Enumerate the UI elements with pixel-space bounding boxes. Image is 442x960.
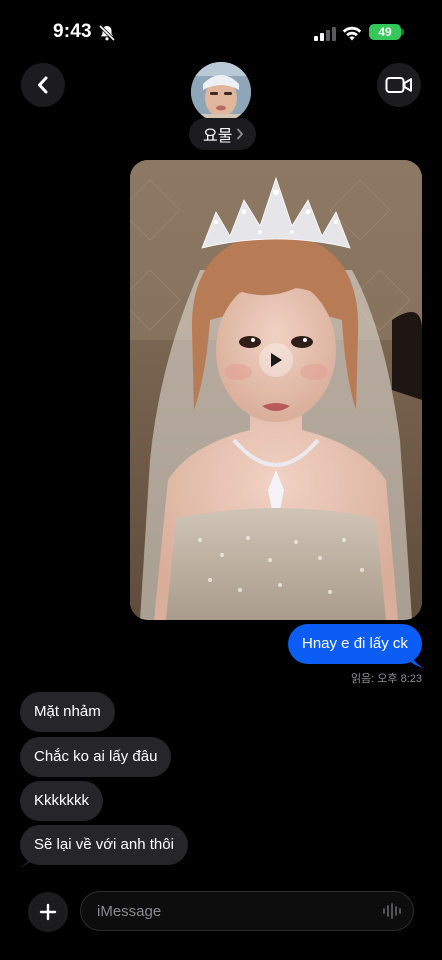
bubble-tail xyxy=(411,652,425,668)
cellular-icon xyxy=(314,27,336,41)
audio-waveform-icon[interactable] xyxy=(382,903,402,919)
battery-indicator: 49 xyxy=(369,24,401,40)
chevron-right-icon xyxy=(237,128,244,140)
incoming-message-bubble[interactable]: Chắc ko ai lấy đâu xyxy=(20,737,172,777)
contact-avatar[interactable] xyxy=(191,62,251,122)
back-button[interactable] xyxy=(21,63,65,107)
play-button[interactable] xyxy=(259,343,293,377)
battery-tip xyxy=(401,29,404,35)
add-attachment-button[interactable] xyxy=(28,892,68,932)
message-text: Hnay e đi lấy ck xyxy=(302,635,408,652)
video-camera-icon xyxy=(385,77,412,93)
contact-name-button[interactable]: 요물 xyxy=(189,118,257,150)
plus-icon xyxy=(39,903,57,921)
avatar-photo xyxy=(191,62,251,122)
contact-name: 요물 xyxy=(203,128,233,145)
bubble-tail xyxy=(18,850,34,868)
incoming-message-bubble[interactable]: Kkkkkkk xyxy=(20,781,104,821)
message-text: Mặt nhảm xyxy=(34,703,101,720)
message-input[interactable] xyxy=(80,891,414,931)
status-bar: 9:43 49 xyxy=(0,0,442,62)
incoming-message-bubble[interactable]: Sẽ lại về với anh thôi xyxy=(20,825,188,865)
back-chevron-icon xyxy=(38,76,48,94)
message-text: Chắc ko ai lấy đâu xyxy=(34,748,158,765)
read-receipt: 읽음: 오후 8:23 xyxy=(350,673,422,685)
bride-photo xyxy=(130,160,422,620)
bell-slash-icon xyxy=(98,24,116,42)
incoming-message-bubble[interactable]: Mặt nhảm xyxy=(20,692,115,732)
wifi-icon xyxy=(342,26,362,41)
status-time: 9:43 xyxy=(53,21,92,42)
video-call-button[interactable] xyxy=(377,63,421,107)
message-text: Kkkkkkk xyxy=(34,792,90,809)
outgoing-message-bubble[interactable]: Hnay e đi lấy ck xyxy=(288,624,422,664)
battery-level: 49 xyxy=(378,25,392,39)
play-icon xyxy=(271,353,282,367)
photo-attachment[interactable] xyxy=(130,160,422,620)
message-text: Sẽ lại về với anh thôi xyxy=(34,836,174,853)
